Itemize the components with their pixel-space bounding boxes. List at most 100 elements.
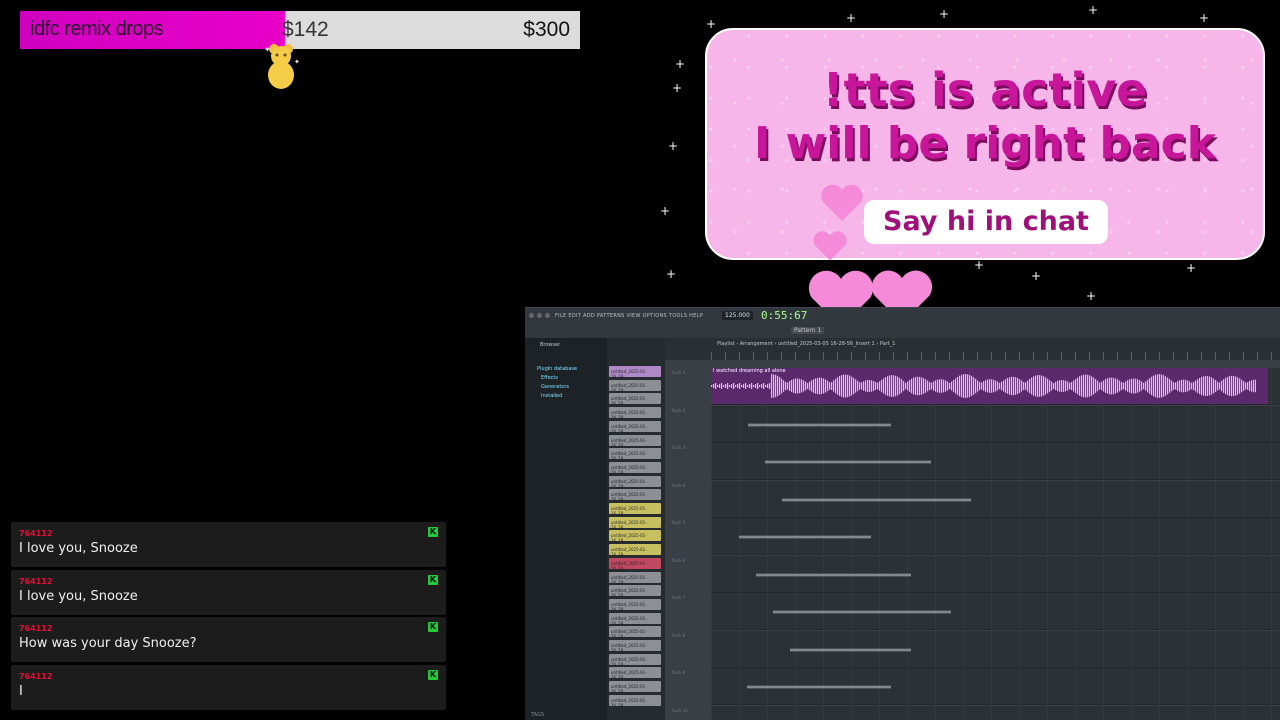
channel-item[interactable]: untitled_2025-01-16_18... xyxy=(609,407,661,420)
channel-item[interactable]: untitled_2025-01-16_18... xyxy=(609,612,661,626)
gummy-bear-icon: ✦ ✦ xyxy=(264,44,300,89)
browser-search[interactable]: TAGS xyxy=(531,712,544,718)
track-label[interactable]: Track 9 xyxy=(669,668,709,705)
donation-goal-bar: idfc remix drops $142 $300 xyxy=(20,11,580,49)
track-lane[interactable] xyxy=(711,555,1280,593)
track-label[interactable]: Track 4 xyxy=(669,481,709,518)
star-icon: + xyxy=(668,139,679,153)
channel-item[interactable]: untitled_2025-01-16_18... xyxy=(609,571,661,585)
channel-item[interactable]: untitled_2025-01-16_18... xyxy=(609,544,661,557)
pattern-selector[interactable]: Pattern 1 xyxy=(791,327,825,334)
channel-item[interactable]: untitled_2025-01-16_18... xyxy=(609,557,661,571)
browser-item[interactable]: Installed xyxy=(541,393,562,399)
track-label[interactable]: Track 10 xyxy=(669,706,709,720)
chat-message: 764112 How was your day Snooze? K xyxy=(11,617,446,662)
waveform xyxy=(711,374,1256,398)
channel-item[interactable]: untitled_2025-01-16_18... xyxy=(609,475,661,489)
star-icon: + xyxy=(1199,11,1210,25)
channel-item[interactable]: untitled_2025-01-16_18... xyxy=(609,516,661,530)
time-display: 0:55:67 xyxy=(761,309,808,322)
audio-clip[interactable] xyxy=(773,607,951,617)
brb-tts-status: !tts is active xyxy=(822,63,1148,117)
audio-clip[interactable] xyxy=(747,682,891,692)
timeline-ruler[interactable] xyxy=(711,352,1280,360)
track-lane[interactable] xyxy=(711,518,1280,555)
audio-clip[interactable] xyxy=(765,457,931,467)
browser-item[interactable]: Effects xyxy=(541,375,558,381)
channel-item[interactable]: untitled_2025-01-16_18... xyxy=(609,626,661,639)
daw-window[interactable]: FILE EDIT ADD PATTERNS VIEW OPTIONS TOOL… xyxy=(525,307,1280,720)
track-label[interactable]: Track 2 xyxy=(669,406,709,443)
track-lane[interactable] xyxy=(711,480,1280,518)
window-minimize-button[interactable] xyxy=(537,313,542,318)
main-audio-clip[interactable]: I watched dreaming all alone xyxy=(711,368,1268,404)
channel-item[interactable]: untitled_2025-01-16_18... xyxy=(609,503,661,516)
window-close-button[interactable] xyxy=(529,313,534,318)
star-icon: + xyxy=(846,11,857,25)
channel-item[interactable]: untitled_2025-01-16_18... xyxy=(609,366,661,379)
channel-item[interactable]: untitled_2025-01-16_18... xyxy=(609,585,661,598)
star-icon: + xyxy=(675,57,686,71)
kick-badge-icon: K xyxy=(428,527,438,537)
track-lane[interactable] xyxy=(711,593,1280,630)
track-lane[interactable] xyxy=(711,705,1280,720)
chat-text: I xyxy=(19,684,23,699)
svg-text:✦: ✦ xyxy=(294,58,300,66)
goal-title: idfc remix drops xyxy=(30,18,164,40)
channel-item[interactable]: untitled_2025-01-16_18... xyxy=(609,461,661,475)
chat-username: 764112 xyxy=(19,624,53,633)
audio-clip[interactable] xyxy=(756,569,911,580)
channel-item[interactable]: untitled_2025-01-16_18... xyxy=(609,420,661,434)
track-label[interactable]: Track 5 xyxy=(669,518,709,555)
channel-item[interactable]: untitled_2025-01-16_18... xyxy=(609,667,661,680)
audio-clip[interactable] xyxy=(782,494,971,505)
channel-item[interactable]: untitled_2025-01-16_18... xyxy=(609,489,661,502)
star-icon: + xyxy=(672,81,683,95)
track-lane[interactable] xyxy=(711,668,1280,705)
channel-item[interactable]: untitled_2025-01-16_18... xyxy=(609,530,661,543)
chat-text: How was your day Snooze? xyxy=(19,636,197,651)
track-lane[interactable] xyxy=(711,630,1280,668)
track-label[interactable]: Track 7 xyxy=(669,593,709,630)
channel-item[interactable]: untitled_2025-01-16_18... xyxy=(609,379,661,393)
audio-clip[interactable] xyxy=(790,644,911,655)
playlist-panel[interactable]: Playlist - Arrangement › untitled_2025-0… xyxy=(665,338,1280,720)
channel-item[interactable]: untitled_2025-01-16_18... xyxy=(609,681,661,694)
channel-item[interactable]: untitled_2025-01-16_18... xyxy=(609,640,661,653)
say-hi-pill: Say hi in chat xyxy=(864,200,1108,244)
track-lane[interactable] xyxy=(711,405,1280,443)
window-maximize-button[interactable] xyxy=(545,313,550,318)
star-icon: + xyxy=(1186,261,1197,275)
heart-icon xyxy=(813,231,847,261)
daw-browser-panel: Browser Plugin database Effects Generato… xyxy=(525,338,607,720)
star-icon: + xyxy=(1088,3,1099,17)
track-lane[interactable] xyxy=(711,443,1280,480)
channel-item[interactable]: untitled_2025-01-16_18... xyxy=(609,448,661,461)
heart-icon xyxy=(821,184,863,221)
star-icon: + xyxy=(706,17,717,31)
channel-item[interactable]: untitled_2025-01-16_18... xyxy=(609,598,661,612)
channel-item[interactable]: untitled_2025-01-16_18... xyxy=(609,434,661,448)
channel-item[interactable]: untitled_2025-01-16_18... xyxy=(609,393,661,406)
track-label[interactable]: Track 8 xyxy=(669,631,709,668)
chat-message: 764112 I love you, Snooze K xyxy=(11,570,446,615)
daw-menu-bar[interactable]: FILE EDIT ADD PATTERNS VIEW OPTIONS TOOL… xyxy=(555,313,703,319)
chat-username: 764112 xyxy=(19,672,53,681)
audio-clip[interactable] xyxy=(739,532,871,542)
chat-text: I love you, Snooze xyxy=(19,589,138,604)
audio-clip[interactable] xyxy=(748,419,891,430)
browser-item[interactable]: Plugin database xyxy=(537,366,577,372)
chat-message: 764112 I K xyxy=(11,665,446,710)
svg-text:✦: ✦ xyxy=(264,45,271,54)
browser-item[interactable]: Generators xyxy=(541,384,569,390)
chat-username: 764112 xyxy=(19,529,53,538)
channel-item[interactable]: untitled_2025-01-16_18... xyxy=(609,653,661,667)
track-label[interactable]: Track 6 xyxy=(669,556,709,593)
playlist-title: Playlist - Arrangement › untitled_2025-0… xyxy=(717,341,896,347)
channel-item[interactable]: untitled_2025-01-16_18... xyxy=(609,694,661,708)
playlist-header: Playlist - Arrangement › untitled_2025-0… xyxy=(665,338,1280,360)
star-icon: + xyxy=(974,258,985,272)
tempo-display[interactable]: 125.000 xyxy=(722,311,753,320)
track-label[interactable]: Track 3 xyxy=(669,443,709,480)
track-label[interactable]: Track 1 xyxy=(669,368,709,405)
